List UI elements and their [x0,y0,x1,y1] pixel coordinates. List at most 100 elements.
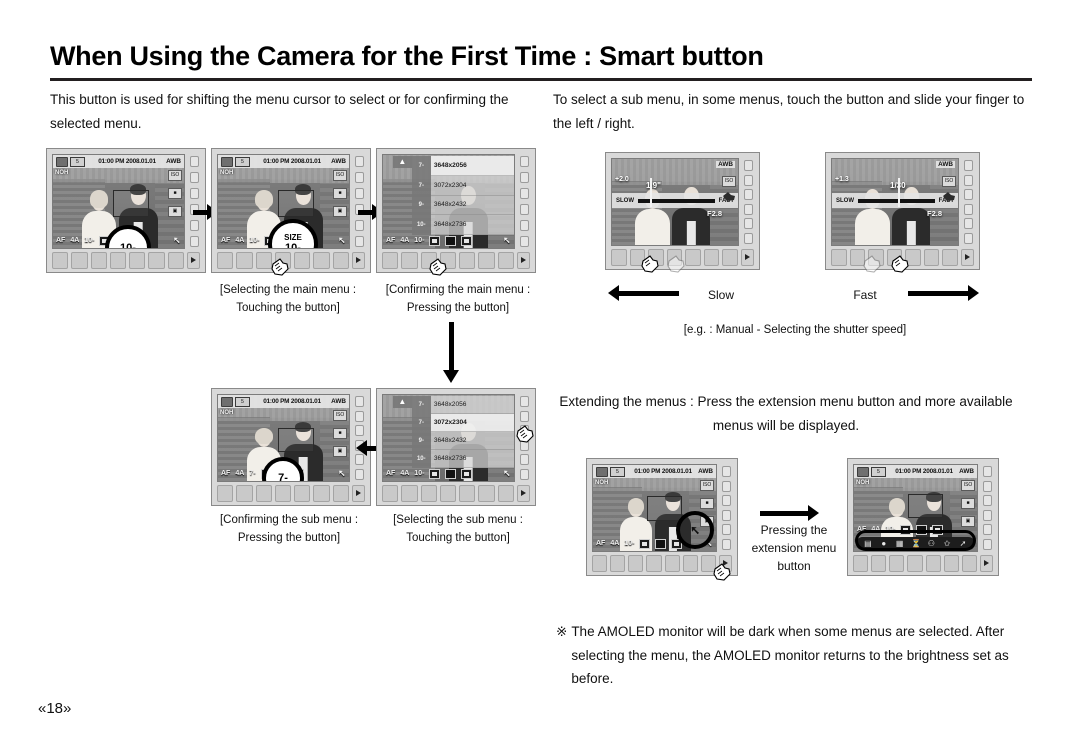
smart-button[interactable] [664,554,680,572]
side-button[interactable] [190,188,199,199]
smart-button[interactable] [646,554,662,572]
camera-bottom-buttons[interactable] [47,251,205,272]
shutter-speed-slider[interactable]: SLOW FAST [832,193,958,209]
smart-button[interactable] [592,554,608,572]
camera-bottom-buttons[interactable] [848,554,998,575]
side-button[interactable] [520,468,529,480]
side-button[interactable] [355,156,364,167]
smart-button[interactable] [71,251,88,269]
side-button[interactable] [983,466,992,477]
side-button[interactable] [964,160,973,171]
smart-button[interactable] [611,248,627,266]
smart-button[interactable] [167,251,184,269]
smart-button[interactable] [90,251,107,269]
side-button[interactable] [520,220,529,231]
side-button[interactable] [355,410,364,422]
smart-button[interactable] [923,248,940,266]
smart-button[interactable] [925,554,941,572]
smart-button[interactable] [236,251,253,269]
camera-side-buttons[interactable] [981,464,994,552]
side-button[interactable] [520,454,529,466]
side-button[interactable] [722,495,731,507]
resolution-submenu[interactable]: ▲ 7- 7- 9- 10- 3648x2056 3072x2304 3648x… [392,396,514,468]
smart-button[interactable] [401,484,418,502]
smart-button[interactable] [294,251,311,269]
resolution-item[interactable]: 3072x2304 [430,175,514,196]
smart-button[interactable] [628,554,644,572]
resolution-submenu[interactable]: ▲ 7- 7- 9- 10- 3648x2056 3072x2304 3648x… [392,156,514,235]
smart-button[interactable] [889,554,905,572]
camera-side-buttons[interactable] [188,154,201,249]
side-button[interactable] [190,172,199,183]
smart-button[interactable] [478,484,495,502]
playback-button[interactable] [516,251,530,269]
camera-side-buttons[interactable] [353,154,366,249]
camera-bottom-buttons[interactable] [377,484,535,505]
camera-bottom-buttons[interactable] [212,251,370,272]
playback-button[interactable] [979,554,993,572]
side-button[interactable] [355,468,364,480]
slider-track[interactable] [858,198,935,203]
resolution-item[interactable]: 3648x2736 [430,450,514,468]
smart-button[interactable] [332,251,349,269]
side-button[interactable] [964,232,973,244]
scroll-up-icon[interactable]: ▲ [392,396,412,408]
camera-bottom-buttons[interactable] [377,251,535,272]
smart-button[interactable] [129,251,146,269]
side-button[interactable] [744,174,753,186]
smart-button[interactable] [497,251,514,269]
smart-button[interactable] [401,251,418,269]
smart-button[interactable] [236,484,253,502]
resolution-item[interactable]: 3648x2432 [430,432,514,450]
side-button[interactable] [190,236,199,247]
smart-button[interactable] [109,251,127,269]
camera-side-buttons[interactable] [720,464,733,552]
side-button[interactable] [722,466,731,477]
smart-button[interactable] [497,484,514,502]
side-button[interactable] [964,174,973,186]
smart-button[interactable] [459,484,476,502]
side-button[interactable] [983,495,992,507]
playback-button[interactable] [186,251,200,269]
side-button[interactable] [744,232,753,244]
side-button[interactable] [520,172,529,183]
smart-button[interactable] [871,554,887,572]
smart-button[interactable] [217,251,234,269]
side-button[interactable] [520,396,529,407]
resolution-item[interactable]: 3648x2056 [430,156,514,176]
camera-bottom-buttons[interactable] [212,484,370,505]
smart-button[interactable] [52,251,69,269]
smart-button[interactable] [459,251,476,269]
side-button[interactable] [520,236,529,247]
scroll-up-icon[interactable]: ▲ [392,156,412,168]
smart-button[interactable] [831,248,847,266]
smart-button[interactable] [313,484,330,502]
camera-side-buttons[interactable] [962,158,975,246]
side-button[interactable] [520,156,529,167]
smart-button[interactable] [943,554,959,572]
side-button[interactable] [722,538,731,550]
side-button[interactable] [744,218,753,230]
side-button[interactable] [983,524,992,536]
side-button[interactable] [744,203,753,215]
smart-button[interactable] [420,484,437,502]
smart-button[interactable] [255,484,272,502]
side-button[interactable] [355,172,364,183]
shutter-speed-slider[interactable]: SLOW FAST [612,193,738,209]
side-button[interactable] [964,203,973,215]
smart-button[interactable] [961,554,977,572]
smart-button[interactable] [703,248,720,266]
side-button[interactable] [355,188,364,199]
side-button[interactable] [983,509,992,521]
camera-side-buttons[interactable] [742,158,755,246]
smart-button[interactable] [439,484,457,502]
camera-side-buttons[interactable] [353,394,366,482]
smart-button[interactable] [294,484,311,502]
smart-button[interactable] [332,484,349,502]
side-button[interactable] [355,220,364,231]
smart-button[interactable] [682,554,698,572]
smart-button[interactable] [478,251,495,269]
side-button[interactable] [190,156,199,167]
playback-button[interactable] [741,248,755,266]
smart-button[interactable] [685,248,701,266]
